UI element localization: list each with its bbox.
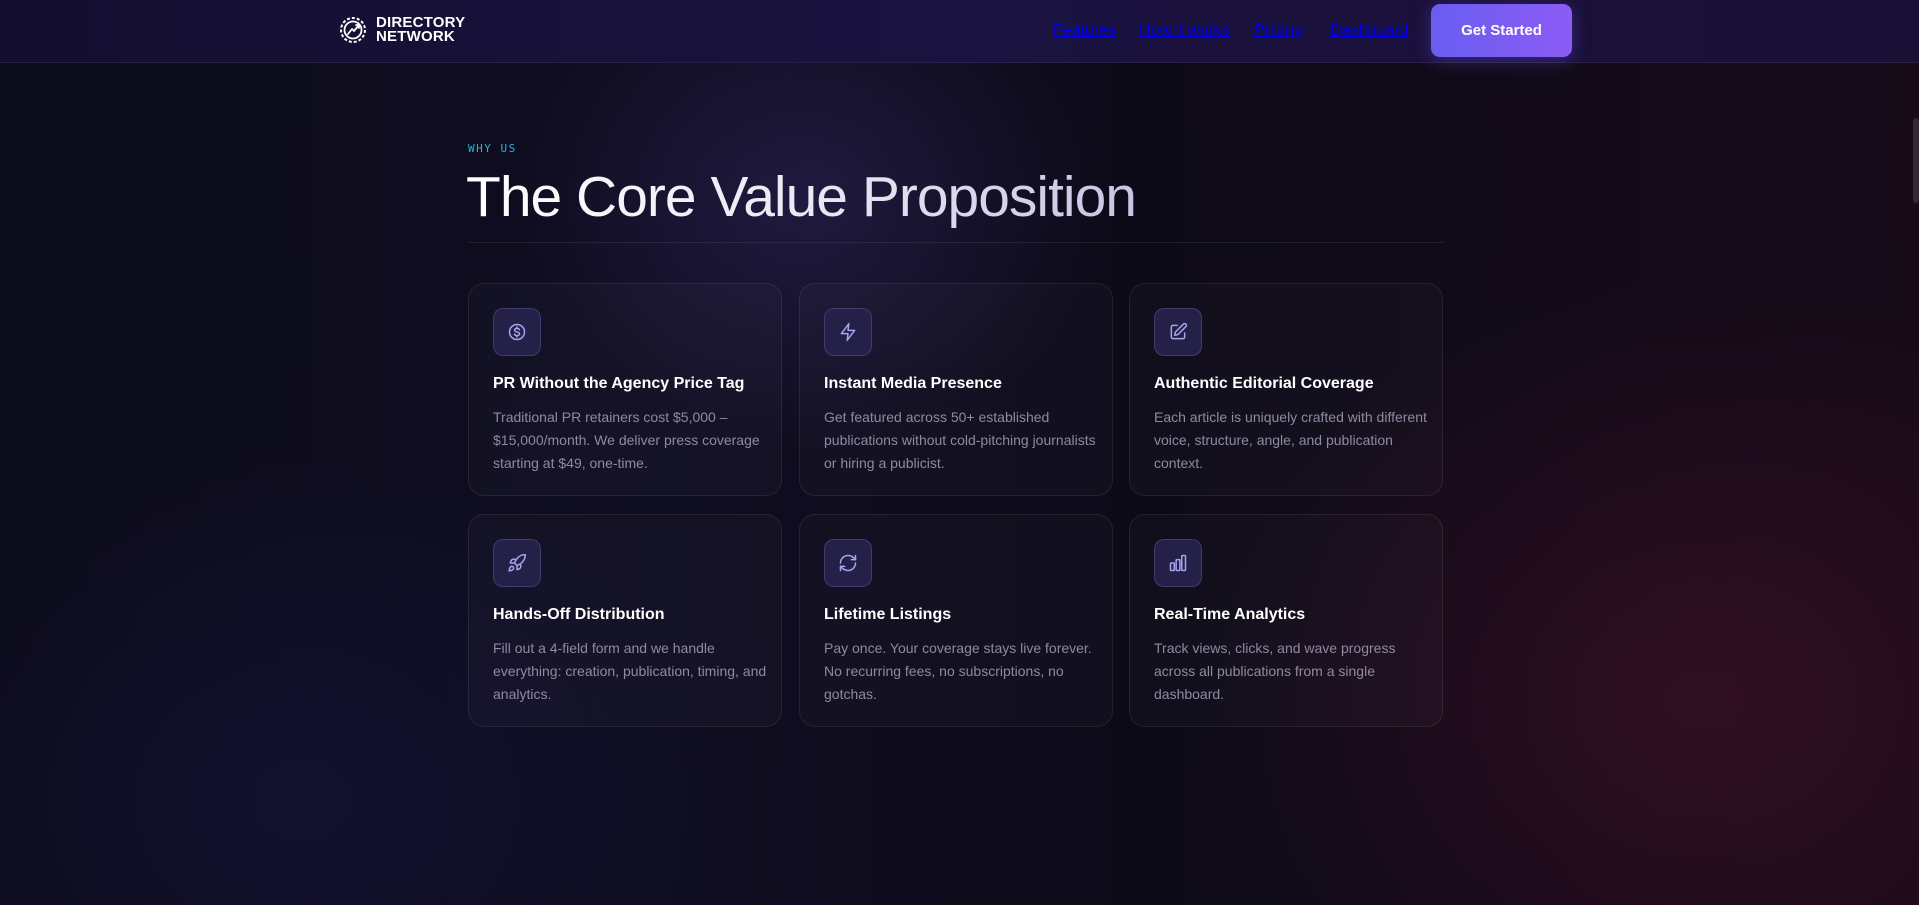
feature-icon-box: [1154, 308, 1202, 356]
feature-card-title: Hands-Off Distribution: [493, 606, 665, 623]
feature-card-description: Track views, clicks, and wave progress a…: [1154, 640, 1396, 702]
feature-card-instant-media: Instant Media Presence Get featured acro…: [799, 283, 1113, 496]
feature-card-title: PR Without the Agency Price Tag: [493, 375, 745, 392]
brand-name-line2: NETWORK: [376, 28, 455, 45]
feature-card-description: Get featured across 50+ established publ…: [824, 409, 1096, 471]
rocket-icon: [508, 553, 527, 572]
feature-card-analytics: Real-Time Analytics Track views, clicks,…: [1129, 514, 1443, 727]
section-title: The Core Value Proposition: [466, 165, 1137, 229]
edit-icon: [1170, 322, 1188, 340]
nav-link-features[interactable]: Features: [1053, 22, 1116, 40]
brand-logo[interactable]: DIRECTORY NETWORK: [338, 14, 465, 46]
feature-card-title: Authentic Editorial Coverage: [1154, 375, 1374, 392]
feature-card-description: Each article is uniquely crafted with di…: [1154, 409, 1427, 471]
gear-chart-icon: [340, 17, 366, 43]
brand-name: DIRECTORY NETWORK: [376, 15, 465, 45]
feature-card-title: Real-Time Analytics: [1154, 606, 1306, 623]
feature-card-description: Fill out a 4-field form and we handle ev…: [493, 640, 767, 702]
feature-card-title: Instant Media Presence: [824, 375, 1002, 392]
feature-icon-box: [824, 539, 872, 587]
feature-card-title: Lifetime Listings: [824, 606, 952, 623]
feature-icon-box: [1154, 539, 1202, 587]
lightning-icon: [840, 322, 856, 342]
feature-card-description: Pay once. Your coverage stays live forev…: [824, 640, 1092, 702]
feature-card-agency-price: PR Without the Agency Price Tag Traditio…: [468, 283, 782, 496]
feature-card-lifetime-listings: Lifetime Listings Pay once. Your coverag…: [799, 514, 1113, 727]
nav-link-dashboard[interactable]: Dashboard: [1330, 22, 1408, 40]
feature-icon-box: [493, 539, 541, 587]
feature-icon-box: [493, 308, 541, 356]
page-scrollbar[interactable]: [1913, 118, 1919, 203]
bar-chart-icon: [1169, 554, 1187, 572]
feature-card-description: Traditional PR retainers cost $5,000 – $…: [493, 409, 760, 471]
top-navbar: DIRECTORY NETWORK Features How it works …: [0, 0, 1919, 63]
get-started-button[interactable]: Get Started: [1431, 4, 1572, 57]
dollar-icon: [508, 323, 526, 341]
nav-link-pricing[interactable]: Pricing: [1254, 22, 1303, 40]
feature-card-editorial-coverage: Authentic Editorial Coverage Each articl…: [1129, 283, 1443, 496]
feature-icon-box: [824, 308, 872, 356]
section-divider: [468, 242, 1444, 243]
refresh-icon: [839, 554, 857, 572]
section-eyebrow: WHY US: [468, 142, 517, 155]
nav-link-how-it-works[interactable]: How it works: [1139, 22, 1230, 40]
feature-card-hands-off: Hands-Off Distribution Fill out a 4-fiel…: [468, 514, 782, 727]
